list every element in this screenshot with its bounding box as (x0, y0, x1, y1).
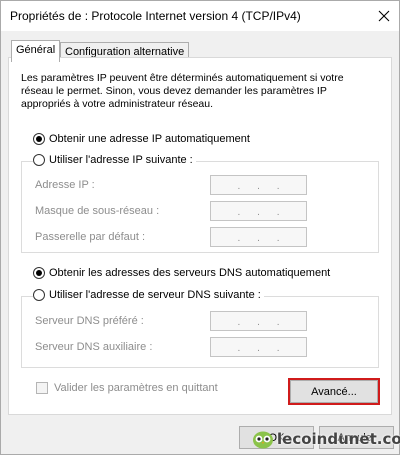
dns-manual-group (21, 296, 379, 368)
window-title: Propriétés de : Protocole Internet versi… (10, 9, 301, 23)
preferred-dns-label: Serveur DNS préféré : (35, 315, 144, 327)
validate-on-exit-option[interactable]: Valider les paramètres en quittant (36, 382, 218, 394)
radio-ip-auto-indicator[interactable] (33, 133, 45, 145)
radio-dns-auto-indicator[interactable] (33, 267, 45, 279)
site-watermark: lecoindunet.com (252, 429, 400, 449)
default-gateway-input[interactable]: ... (210, 227, 307, 247)
alternate-dns-input[interactable]: ... (210, 337, 307, 357)
radio-dns-auto-label: Obtenir les adresses des serveurs DNS au… (49, 267, 331, 279)
close-icon (378, 10, 390, 22)
radio-dns-manual-label: Utiliser l'adresse de serveur DNS suivan… (49, 289, 261, 301)
tcpip-properties-dialog: Propriétés de : Protocole Internet versi… (0, 0, 400, 455)
close-button[interactable] (371, 5, 397, 27)
radio-ip-auto-label: Obtenir une adresse IP automatiquement (49, 133, 250, 145)
radio-ip-auto[interactable]: Obtenir une adresse IP automatiquement (33, 133, 253, 145)
subnet-mask-label: Masque de sous-réseau : (35, 205, 160, 217)
validate-label: Valider les paramètres en quittant (54, 382, 218, 394)
radio-dns-manual-indicator[interactable] (33, 289, 45, 301)
radio-ip-manual[interactable]: Utiliser l'adresse IP suivante : (33, 154, 196, 166)
radio-ip-manual-label: Utiliser l'adresse IP suivante : (49, 154, 193, 166)
preferred-dns-input[interactable]: ... (210, 311, 307, 331)
radio-ip-manual-indicator[interactable] (33, 154, 45, 166)
alternate-dns-label: Serveur DNS auxiliaire : (35, 341, 153, 353)
radio-dns-auto[interactable]: Obtenir les adresses des serveurs DNS au… (33, 267, 334, 279)
watermark-text: lecoindunet.com (277, 430, 400, 448)
default-gateway-label: Passerelle par défaut : (35, 231, 146, 243)
tab-general[interactable]: Général (11, 40, 61, 62)
description-text: Les paramètres IP peuvent être déterminé… (21, 72, 344, 110)
ip-address-label: Adresse IP : (35, 179, 95, 191)
title-bar: Propriétés de : Protocole Internet versi… (1, 1, 399, 31)
radio-dns-manual[interactable]: Utiliser l'adresse de serveur DNS suivan… (33, 289, 264, 301)
subnet-mask-input[interactable]: ... (210, 201, 307, 221)
ip-address-input[interactable]: ... (210, 175, 307, 195)
validate-checkbox[interactable] (36, 382, 48, 394)
owl-logo-icon (253, 431, 273, 449)
advanced-button[interactable]: Avancé... (288, 378, 380, 405)
